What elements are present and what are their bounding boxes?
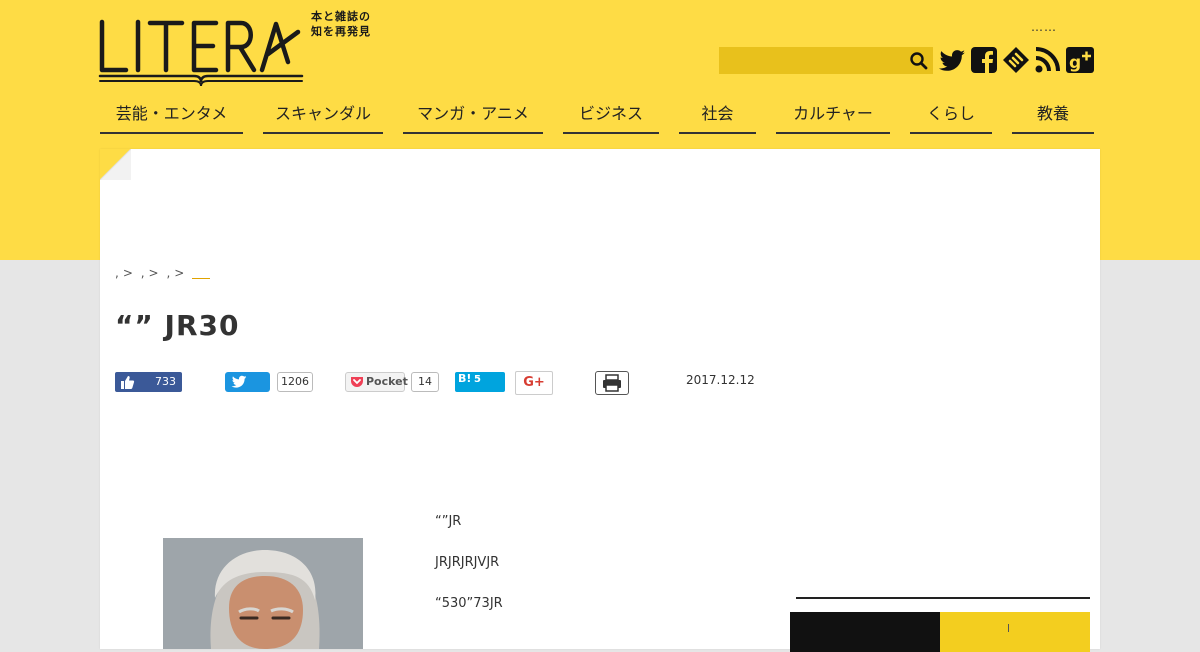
pocket-button[interactable]: Pocket: [345, 372, 408, 392]
google-plus-button[interactable]: G+: [515, 371, 553, 395]
twitter-count: 1206: [277, 372, 313, 392]
google-plus-icon[interactable]: g: [1066, 45, 1094, 75]
facebook-icon[interactable]: [970, 45, 998, 75]
sidebar-divider: [796, 597, 1090, 599]
article-photo: [163, 538, 363, 649]
nav-item-society[interactable]: 社会: [679, 100, 756, 134]
print-button[interactable]: [595, 371, 629, 395]
twitter-bird-icon: [231, 375, 247, 388]
search-box: [719, 47, 933, 74]
nav-item-life[interactable]: くらし: [910, 100, 992, 134]
breadcrumb: , > , > , >: [115, 266, 211, 280]
tweet-button[interactable]: [225, 372, 270, 392]
breadcrumb-item[interactable]: ,: [166, 266, 170, 280]
site-logo[interactable]: [98, 14, 304, 86]
tab-marker: [1008, 624, 1009, 632]
facebook-count: 733: [155, 375, 176, 388]
publish-date: 2017.12.12: [686, 373, 755, 387]
svg-text:g: g: [1069, 53, 1081, 73]
breadcrumb-item[interactable]: ,: [115, 266, 119, 280]
nav-item-manga-anime[interactable]: マンガ・アニメ: [403, 100, 543, 134]
site-header: 本と雑誌の知を再発見 …… g 芸能・エンタメ スキャンダル マンガ・アニメ ビ…: [0, 0, 1200, 150]
breadcrumb-separator: >: [148, 266, 159, 280]
rss-icon[interactable]: [1034, 45, 1062, 75]
breadcrumb-item[interactable]: ,: [141, 266, 145, 280]
hatena-bookmark-button[interactable]: B! 5: [455, 372, 505, 392]
feedly-icon[interactable]: [1002, 45, 1030, 75]
pocket-icon: [351, 377, 363, 387]
article-paragraph: “”JR: [435, 514, 462, 529]
nav-item-culture[interactable]: カルチャー: [776, 100, 890, 134]
site-tagline: 本と雑誌の知を再発見: [311, 10, 371, 38]
nav-item-entertainment[interactable]: 芸能・エンタメ: [100, 100, 243, 134]
facebook-like-button[interactable]: 733: [115, 372, 182, 392]
hatena-label: B!: [458, 372, 472, 385]
nav-item-education[interactable]: 教養: [1012, 100, 1094, 134]
sidebar-tab-new[interactable]: [940, 612, 1090, 652]
article-body: “”JR JRJRJRJVJR “530”73JR: [435, 513, 755, 636]
search-icon[interactable]: [909, 51, 929, 71]
article-paragraph: “530”73JR: [435, 596, 503, 611]
printer-icon: [603, 374, 621, 392]
pocket-label: Pocket: [366, 375, 408, 388]
logo-graphic: [98, 19, 304, 86]
sidebar-tab-ranking[interactable]: [790, 612, 940, 652]
hatena-count: 5: [474, 374, 481, 385]
pocket-count: 14: [411, 372, 439, 392]
search-input[interactable]: [719, 47, 905, 74]
breadcrumb-current: [192, 269, 211, 279]
thumbs-up-icon: [121, 376, 135, 389]
share-buttons: 733 1206 Pocket 14 B! 5 G+: [115, 371, 775, 395]
breadcrumb-separator: >: [174, 266, 185, 280]
twitter-icon[interactable]: [938, 45, 966, 75]
article-title: “” JR30: [115, 309, 240, 342]
nav-item-scandal[interactable]: スキャンダル: [263, 100, 383, 134]
nav-item-business[interactable]: ビジネス: [563, 100, 659, 134]
article-paragraph: JRJRJRJVJR: [435, 555, 500, 570]
article-card: , > , > , > “” JR30 733 1206 Pocket 14 B! 5…: [100, 149, 1100, 652]
breadcrumb-separator: >: [122, 266, 133, 280]
folded-corner-decoration: [100, 149, 131, 180]
top-links[interactable]: ……: [1031, 20, 1057, 34]
